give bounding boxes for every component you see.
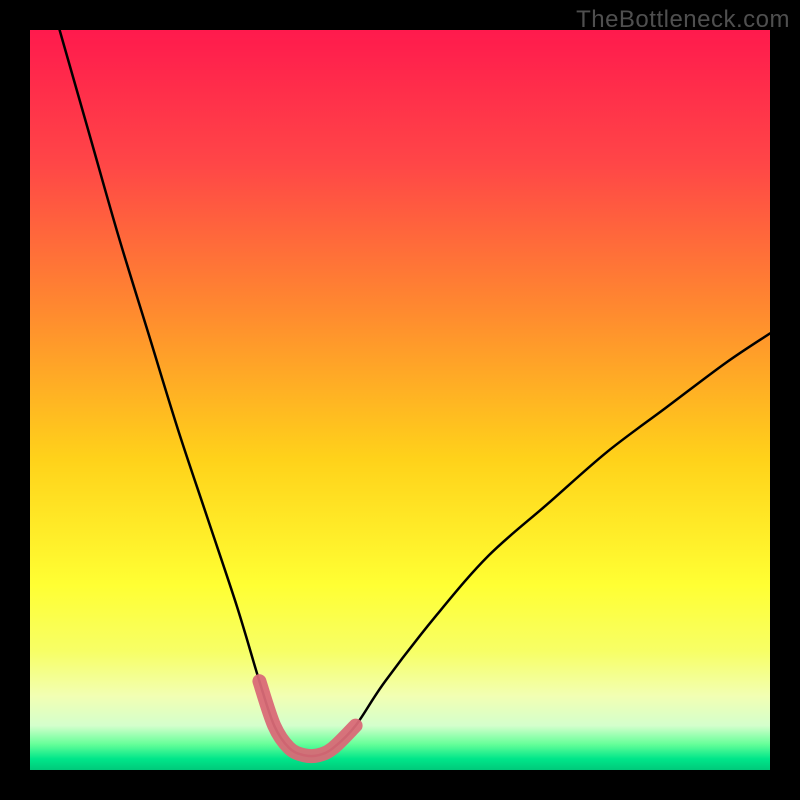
chart-frame: TheBottleneck.com [0,0,800,800]
bottleneck-curve [60,30,770,756]
highlight-segment [259,681,355,756]
watermark-text: TheBottleneck.com [576,6,790,34]
curve-layer [30,30,770,770]
plot-area [30,30,770,770]
